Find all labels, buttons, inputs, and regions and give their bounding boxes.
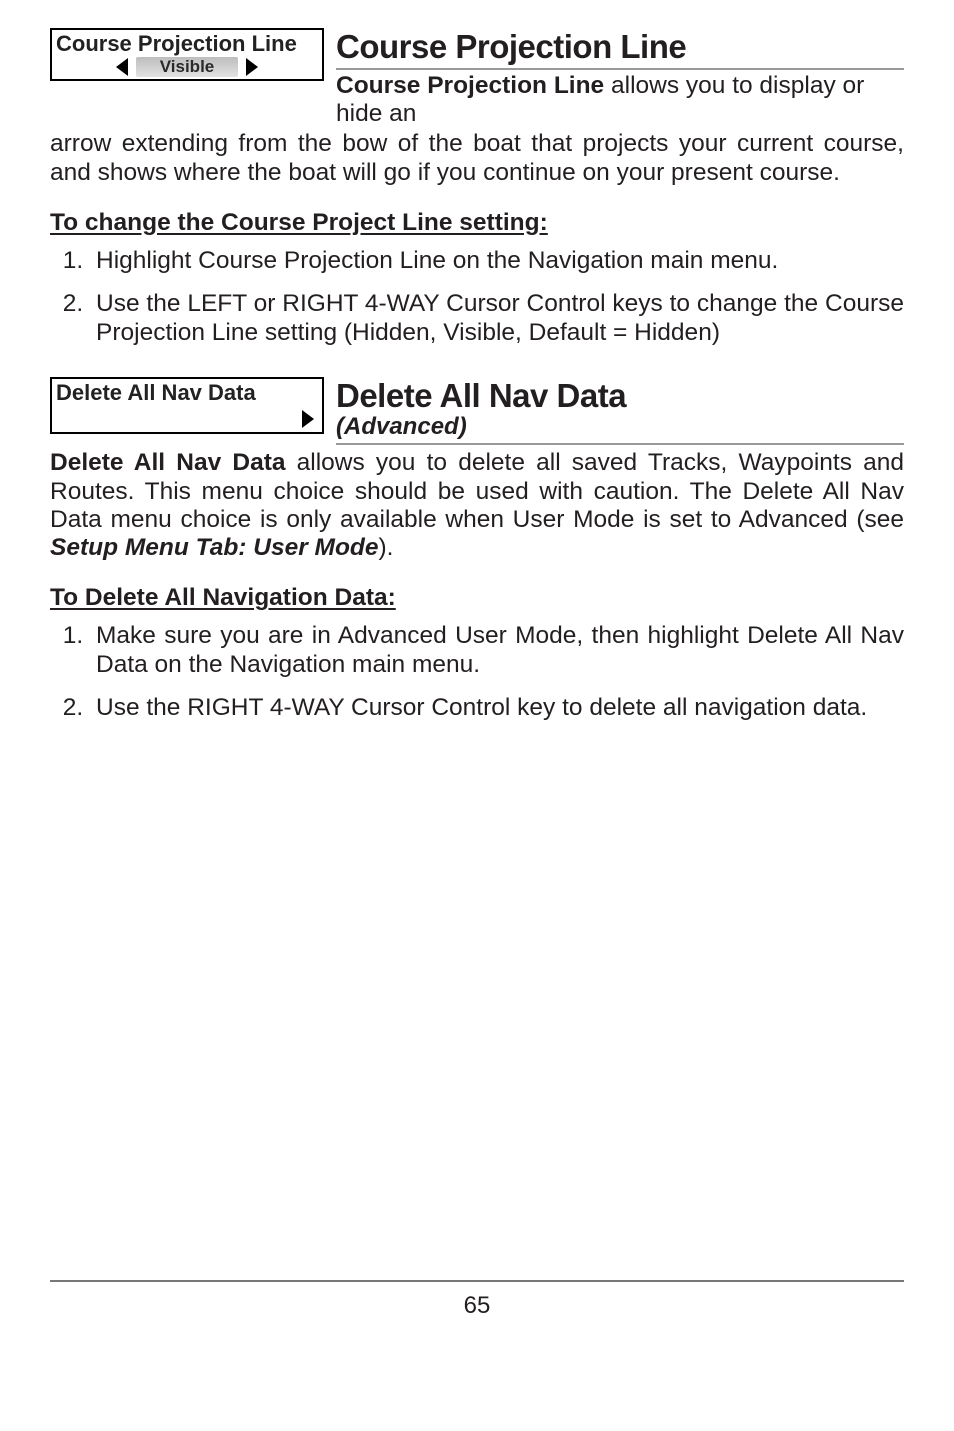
step-item: Use the RIGHT 4-WAY Cursor Control key t…	[90, 694, 904, 723]
lead-bold: Delete All Nav Data	[50, 449, 286, 476]
triangle-right-icon	[302, 410, 314, 428]
step-item: Highlight Course Projection Line on the …	[90, 247, 904, 276]
setting-value: Visible	[136, 57, 239, 77]
lead-close: ).	[379, 534, 394, 561]
setting-box-title: Delete All Nav Data	[52, 379, 322, 406]
section-heading-course-projection: Course Projection Line	[336, 28, 904, 66]
heading-rule	[336, 443, 904, 445]
subheading-change-setting: To change the Course Project Line settin…	[50, 209, 904, 237]
lead-reference: Setup Menu Tab: User Mode	[50, 534, 379, 561]
triangle-right-icon	[246, 58, 258, 76]
section-subheading-advanced: (Advanced)	[336, 413, 904, 441]
setting-box-course-projection: Course Projection Line Visible	[50, 28, 324, 81]
setting-value-row: Visible	[52, 57, 322, 79]
footer-rule	[50, 1280, 904, 1282]
page-number: 65	[50, 1286, 904, 1320]
lead-continuation: arrow extending from the bow of the boat…	[50, 130, 904, 186]
heading-rule	[336, 68, 904, 70]
setting-box-title: Course Projection Line	[52, 30, 322, 57]
step-item: Use the LEFT or RIGHT 4-WAY Cursor Contr…	[90, 290, 904, 348]
triangle-left-icon	[116, 58, 128, 76]
delete-nav-paragraph: Delete All Nav Data allows you to delete…	[50, 449, 904, 562]
subheading-delete-nav: To Delete All Navigation Data:	[50, 584, 904, 612]
lead-line-1: Course Projection Line allows you to dis…	[336, 72, 904, 128]
step-item: Make sure you are in Advanced User Mode,…	[90, 622, 904, 680]
setting-box-delete-nav: Delete All Nav Data	[50, 377, 324, 434]
section-heading-delete-nav: Delete All Nav Data	[336, 377, 904, 415]
lead-bold: Course Projection Line	[336, 72, 604, 99]
